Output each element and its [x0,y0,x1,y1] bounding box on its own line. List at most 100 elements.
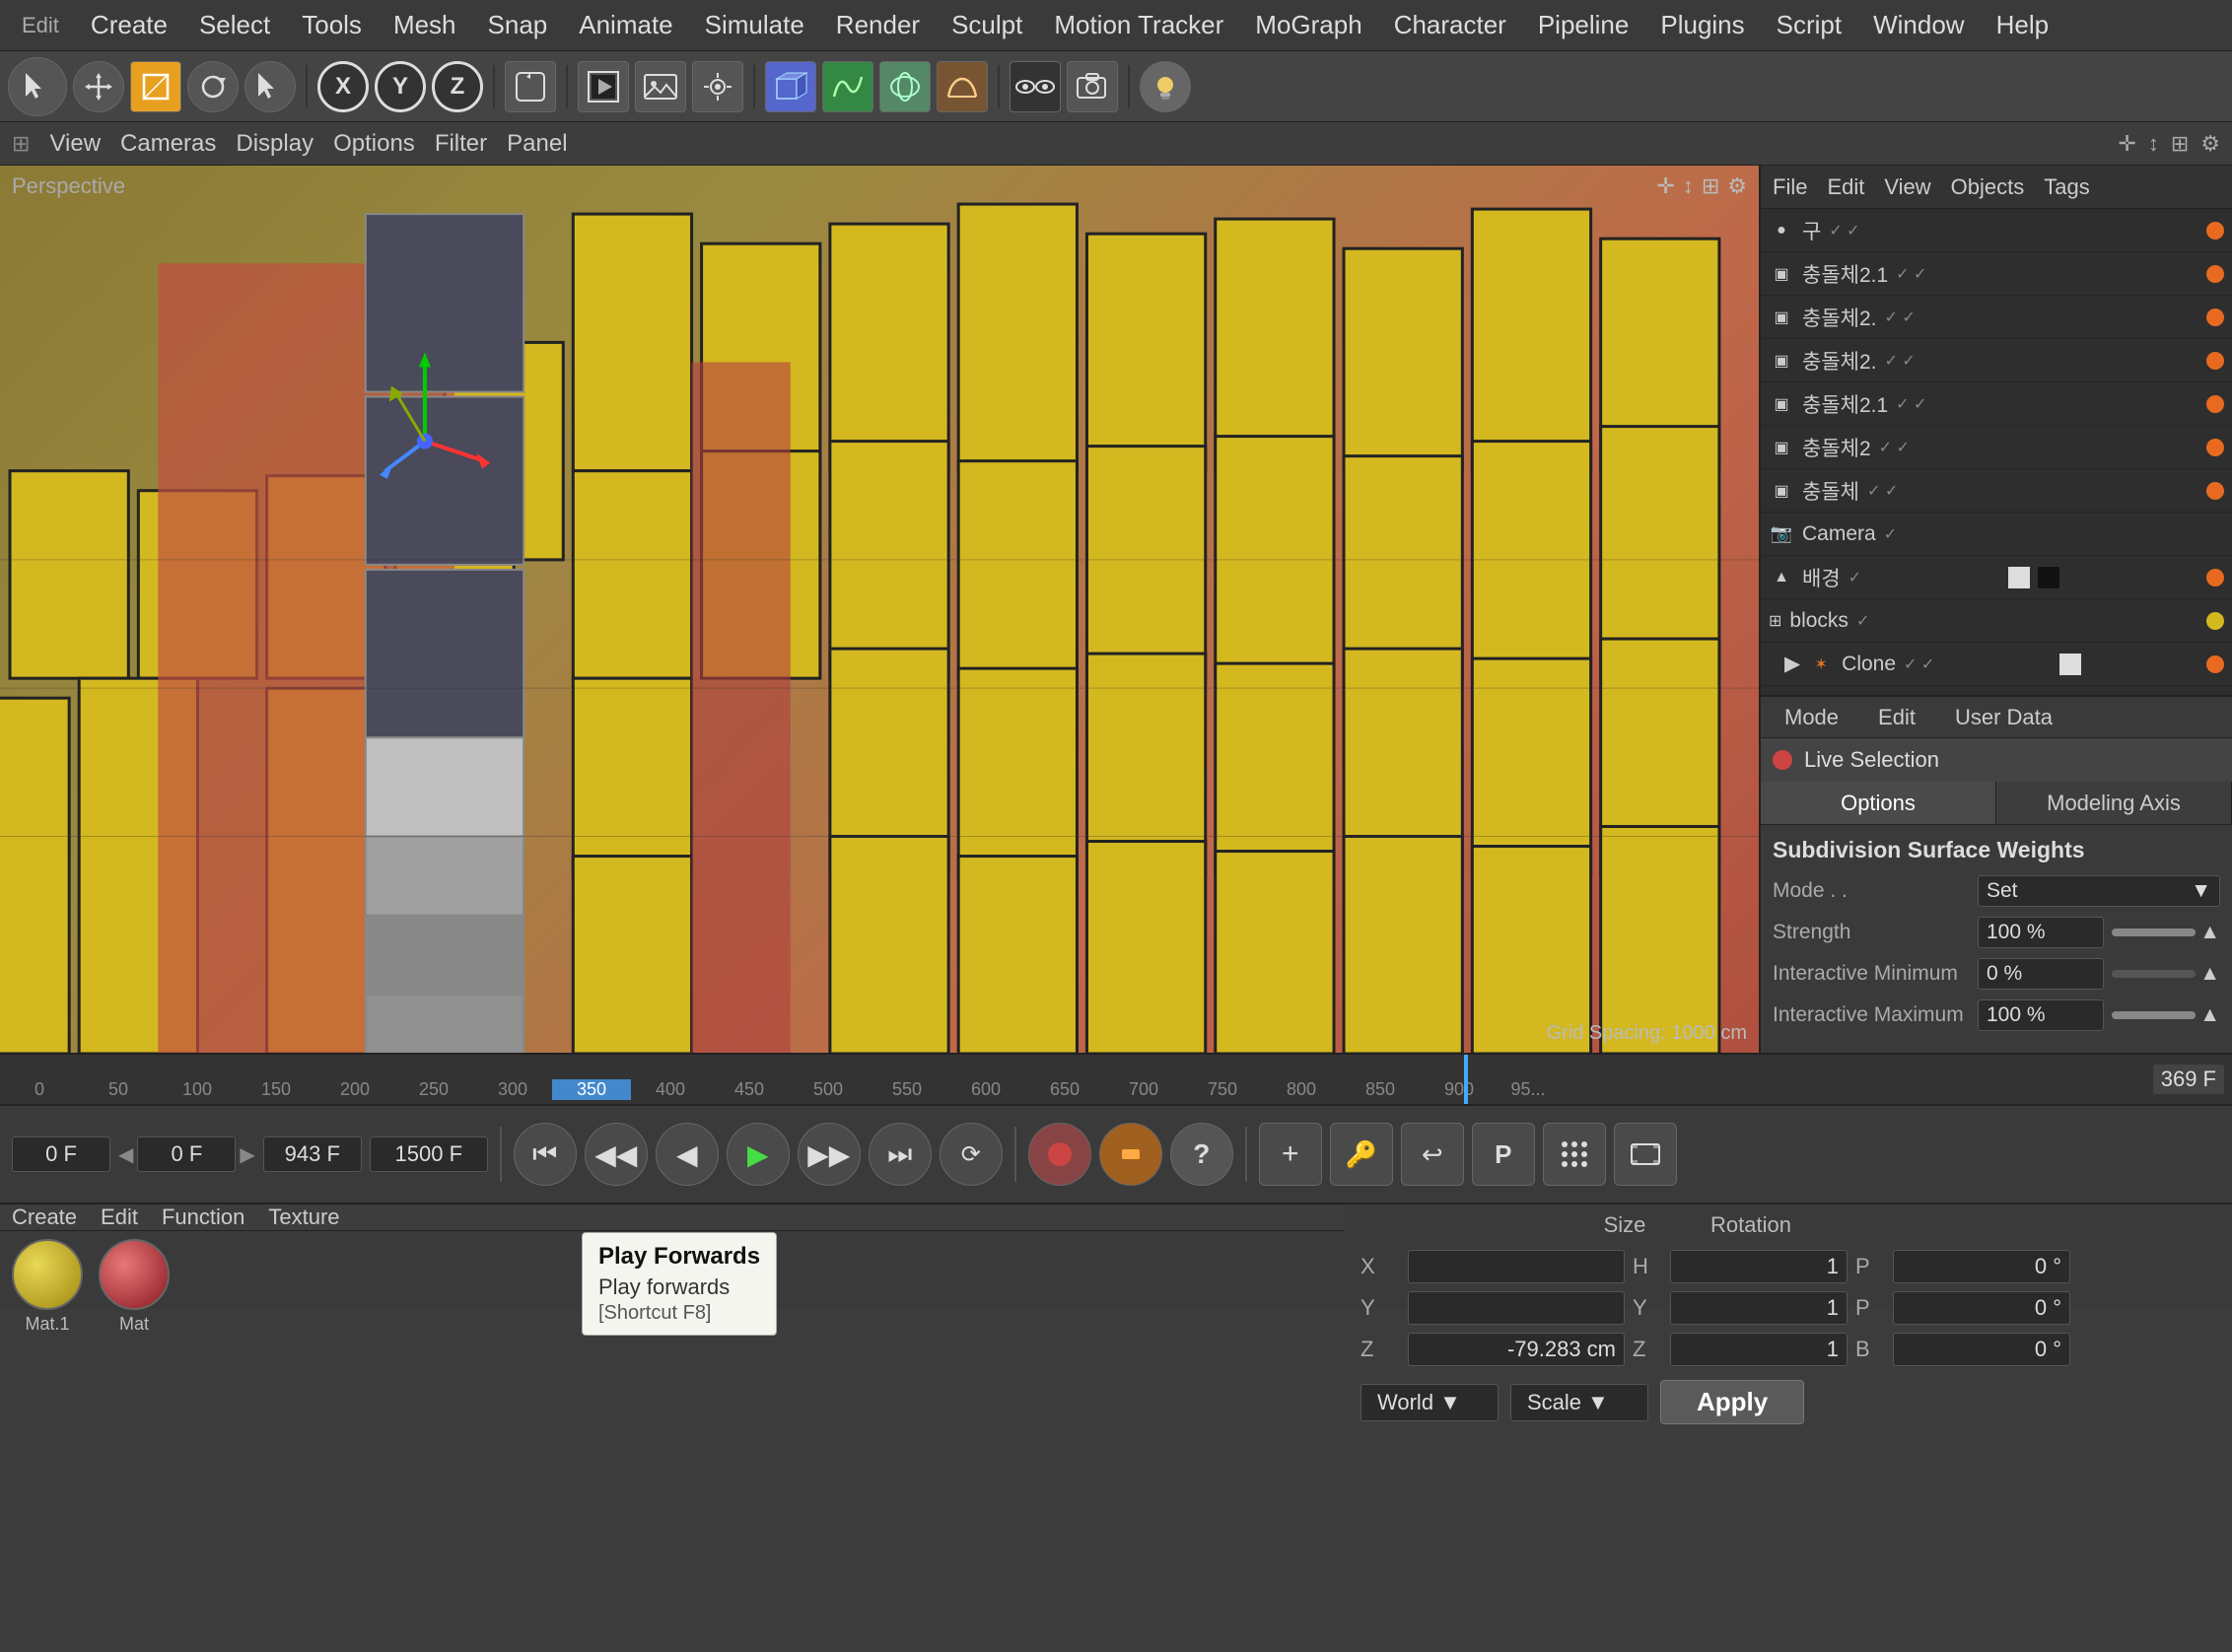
create-deformer-btn[interactable] [937,61,988,112]
timeline-playhead[interactable] [1464,1055,1468,1104]
viewport-zoom-icon[interactable]: ↕ [1683,173,1694,199]
eyes-btn[interactable] [1010,61,1061,112]
key-snap-btn[interactable]: 🔑 [1330,1123,1393,1186]
menu-animate[interactable]: Animate [565,6,686,44]
menu-simulate[interactable]: Simulate [691,6,818,44]
z-size-field[interactable] [1670,1333,1848,1366]
create-nurbs-btn[interactable] [879,61,931,112]
timeline-ruler[interactable]: 0 50 100 150 200 250 300 350 400 450 500… [0,1053,2232,1104]
menu-tools[interactable]: Tools [288,6,376,44]
menu-script[interactable]: Script [1763,6,1855,44]
render-to-picture-btn[interactable] [635,61,686,112]
strength-slider[interactable] [2112,929,2196,936]
view-menu-filter[interactable]: Filter [435,130,487,158]
menu-plugins[interactable]: Plugins [1646,6,1758,44]
tab-options[interactable]: Options [1761,782,1996,824]
step-back-btn[interactable]: ◀◀ [585,1123,648,1186]
obj-mgr-tags[interactable]: Tags [2044,174,2089,200]
loop-btn[interactable]: ⟳ [940,1123,1003,1186]
light-btn[interactable] [1140,61,1191,112]
play-forward-btn[interactable]: ▶ [727,1123,790,1186]
render-settings-btn[interactable] [692,61,743,112]
x-size-field[interactable] [1670,1250,1848,1283]
axis-x-btn[interactable]: X [317,61,369,112]
list-item[interactable]: ▣ 충돌체2. ✓ ✓ [1761,339,2232,382]
interactive-min-slider[interactable] [2112,970,2196,978]
user-data-btn[interactable]: User Data [1943,701,2064,734]
mode-btn[interactable]: Mode [1773,701,1850,734]
x-rot-field[interactable] [1893,1250,2070,1283]
live-selection-btn[interactable] [244,61,296,112]
menu-sculpt[interactable]: Sculpt [938,6,1036,44]
view-menu-view[interactable]: View [49,130,101,158]
tab-modeling-axis[interactable]: Modeling Axis [1996,782,2232,824]
grid-dots-btn[interactable] [1543,1123,1606,1186]
play-backward-btn[interactable]: ◀ [656,1123,719,1186]
menu-mograph[interactable]: MoGraph [1241,6,1375,44]
render-film-btn[interactable] [1614,1123,1677,1186]
z-pos-field[interactable] [1408,1333,1625,1366]
menu-select[interactable]: Select [185,6,284,44]
current-frame-field[interactable] [12,1136,110,1172]
material-swatch-1[interactable] [12,1239,83,1310]
go-to-end-btn[interactable]: ⏭ [869,1123,932,1186]
viewport-move-icon[interactable]: ✛ [1656,173,1674,199]
mat-edit-btn[interactable]: Edit [101,1205,138,1230]
material-item-2[interactable]: Mat [99,1239,170,1335]
view-zoom-icon[interactable]: ↕ [2148,131,2159,157]
view-max-icon[interactable]: ⊞ [2171,131,2189,157]
x-pos-field[interactable] [1408,1250,1625,1283]
interactive-max-value[interactable]: 100 % [1978,999,2104,1031]
y-rot-field[interactable] [1893,1291,2070,1325]
menu-render[interactable]: Render [822,6,934,44]
obj-mgr-edit[interactable]: Edit [1827,174,1864,200]
menu-create[interactable]: Create [77,6,181,44]
step-forward-btn[interactable]: ▶▶ [798,1123,861,1186]
reset-transform-btn[interactable] [505,61,556,112]
menu-help[interactable]: Help [1983,6,2062,44]
list-item[interactable]: ⊞ blocks ✓ [1761,599,2232,643]
viewport-settings-icon2[interactable]: ⚙ [1727,173,1747,199]
scale-tool-btn[interactable] [130,61,181,112]
menu-mesh[interactable]: Mesh [380,6,470,44]
axis-z-btn[interactable]: Z [432,61,483,112]
y-pos-field[interactable] [1408,1291,1625,1325]
list-item[interactable]: ■ Cube ✓ ✓ [1761,686,2232,695]
interactive-max-slider-container[interactable]: ▲ [2112,1003,2220,1027]
max-stepper-up[interactable]: ▲ [2199,1003,2220,1027]
position-snap-btn[interactable]: P [1472,1123,1535,1186]
menu-window[interactable]: Window [1859,6,1978,44]
scale-dropdown[interactable]: Scale ▼ [1510,1384,1648,1421]
auto-snap-btn[interactable]: ↩ [1401,1123,1464,1186]
menu-pipeline[interactable]: Pipeline [1524,6,1643,44]
view-menu-panel[interactable]: Panel [507,130,567,158]
menu-snap[interactable]: Snap [474,6,562,44]
mat-create-btn[interactable]: Create [12,1205,77,1230]
material-item-1[interactable]: Mat.1 [12,1239,83,1335]
list-item[interactable]: ▣ 충돌체2 ✓ ✓ [1761,426,2232,469]
help-btn[interactable]: ? [1170,1123,1233,1186]
go-to-start-btn[interactable]: ⏮ [514,1123,577,1186]
mode-dropdown[interactable]: Set ▼ [1978,875,2220,907]
axis-y-btn[interactable]: Y [375,61,426,112]
view-menu-cameras[interactable]: Cameras [120,130,216,158]
create-cube-btn[interactable] [765,61,816,112]
auto-key-btn[interactable] [1099,1123,1162,1186]
obj-mgr-objects[interactable]: Objects [1951,174,2025,200]
move-tool-btn[interactable] [73,61,124,112]
rotate-tool-btn[interactable] [187,61,239,112]
interactive-min-value[interactable]: 0 % [1978,958,2104,990]
list-item[interactable]: ▶ ✶ Clone ✓ ✓ [1761,643,2232,686]
start-frame-field[interactable] [137,1136,236,1172]
min-stepper-up[interactable]: ▲ [2199,962,2220,986]
strength-stepper-up[interactable]: ▲ [2199,921,2220,944]
material-swatch-2[interactable] [99,1239,170,1310]
mat-function-btn[interactable]: Function [162,1205,244,1230]
interactive-max-slider[interactable] [2112,1011,2196,1019]
list-item[interactable]: 📷 Camera ✓ [1761,513,2232,556]
snap-btn[interactable]: + [1259,1123,1322,1186]
interactive-min-slider-container[interactable]: ▲ [2112,962,2220,986]
edit-btn[interactable]: Edit [1866,701,1927,734]
apply-button[interactable]: Apply [1660,1380,1804,1424]
y-size-field[interactable] [1670,1291,1848,1325]
